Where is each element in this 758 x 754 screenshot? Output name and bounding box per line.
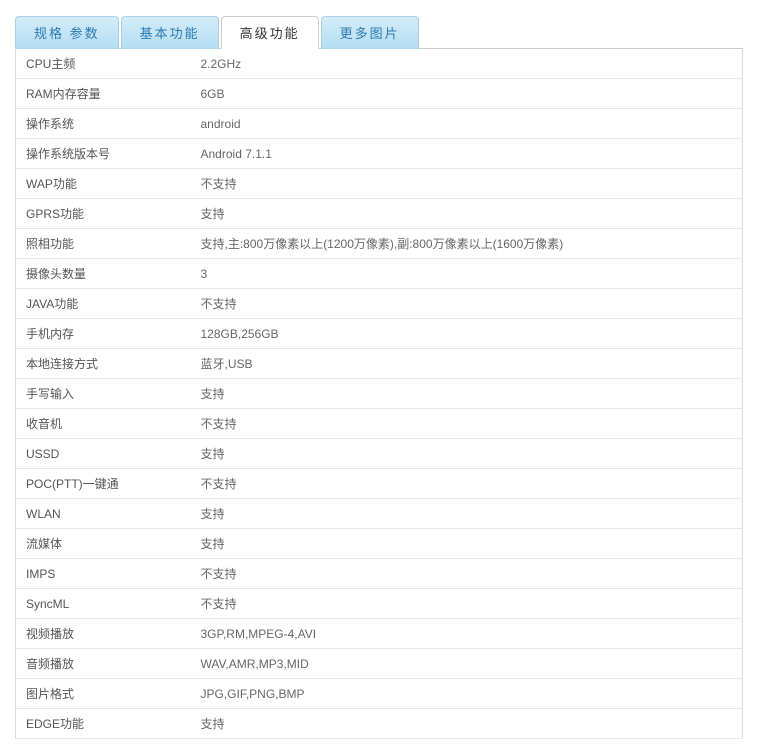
spec-value: 支持 [191, 439, 743, 469]
spec-value: 2.2GHz [191, 49, 743, 79]
table-row: RAM内存容量6GB [16, 79, 743, 109]
spec-value: 支持 [191, 199, 743, 229]
table-row: 操作系统版本号Android 7.1.1 [16, 139, 743, 169]
table-row: CPU主频2.2GHz [16, 49, 743, 79]
spec-value: 支持 [191, 379, 743, 409]
tab-bar: 规格 参数 基本功能 高级功能 更多图片 [15, 15, 743, 49]
table-row: 摄像头数量3 [16, 259, 743, 289]
spec-label: WAP功能 [16, 169, 191, 199]
table-row: 操作系统android [16, 109, 743, 139]
table-row: EDGE功能支持 [16, 709, 743, 739]
spec-label: 摄像头数量 [16, 259, 191, 289]
spec-value: 支持 [191, 499, 743, 529]
spec-label: 图片格式 [16, 679, 191, 709]
tab-more-images[interactable]: 更多图片 [321, 16, 419, 49]
spec-value: 3GP,RM,MPEG-4,AVI [191, 619, 743, 649]
spec-label: 操作系统 [16, 109, 191, 139]
spec-label: RAM内存容量 [16, 79, 191, 109]
spec-label: 收音机 [16, 409, 191, 439]
spec-value: 不支持 [191, 409, 743, 439]
table-row: JAVA功能不支持 [16, 289, 743, 319]
spec-value: android [191, 109, 743, 139]
spec-label: CPU主频 [16, 49, 191, 79]
spec-label: SyncML [16, 589, 191, 619]
table-row: 图片格式JPG,GIF,PNG,BMP [16, 679, 743, 709]
spec-value: 3 [191, 259, 743, 289]
table-row: 收音机不支持 [16, 409, 743, 439]
spec-label: 流媒体 [16, 529, 191, 559]
table-row: 音频播放WAV,AMR,MP3,MID [16, 649, 743, 679]
specifications-table: CPU主频2.2GHzRAM内存容量6GB操作系统android操作系统版本号A… [15, 49, 743, 739]
spec-label: 手写输入 [16, 379, 191, 409]
table-row: WLAN支持 [16, 499, 743, 529]
spec-value: 不支持 [191, 559, 743, 589]
table-row: WAP功能不支持 [16, 169, 743, 199]
table-row: 本地连接方式蓝牙,USB [16, 349, 743, 379]
spec-label: GPRS功能 [16, 199, 191, 229]
table-row: 视频播放3GP,RM,MPEG-4,AVI [16, 619, 743, 649]
spec-value: 支持 [191, 529, 743, 559]
spec-label: 手机内存 [16, 319, 191, 349]
spec-label: JAVA功能 [16, 289, 191, 319]
spec-label: POC(PTT)一键通 [16, 469, 191, 499]
spec-value: 不支持 [191, 589, 743, 619]
spec-value: 不支持 [191, 469, 743, 499]
spec-value: 支持 [191, 709, 743, 739]
spec-value: 支持,主:800万像素以上(1200万像素),副:800万像素以上(1600万像… [191, 229, 743, 259]
spec-label: WLAN [16, 499, 191, 529]
spec-label: 视频播放 [16, 619, 191, 649]
table-row: 照相功能支持,主:800万像素以上(1200万像素),副:800万像素以上(16… [16, 229, 743, 259]
spec-label: 操作系统版本号 [16, 139, 191, 169]
table-row: 手写输入支持 [16, 379, 743, 409]
spec-value: WAV,AMR,MP3,MID [191, 649, 743, 679]
table-row: 手机内存128GB,256GB [16, 319, 743, 349]
spec-value: 不支持 [191, 289, 743, 319]
tab-basic-functions[interactable]: 基本功能 [121, 16, 219, 49]
table-row: 流媒体支持 [16, 529, 743, 559]
spec-value: JPG,GIF,PNG,BMP [191, 679, 743, 709]
spec-value: 蓝牙,USB [191, 349, 743, 379]
spec-label: 照相功能 [16, 229, 191, 259]
spec-value: 不支持 [191, 169, 743, 199]
spec-label: USSD [16, 439, 191, 469]
table-row: GPRS功能支持 [16, 199, 743, 229]
spec-label: EDGE功能 [16, 709, 191, 739]
spec-label: 本地连接方式 [16, 349, 191, 379]
tab-advanced-functions[interactable]: 高级功能 [221, 16, 319, 49]
table-row: IMPS不支持 [16, 559, 743, 589]
spec-value: Android 7.1.1 [191, 139, 743, 169]
spec-label: 音频播放 [16, 649, 191, 679]
spec-value: 6GB [191, 79, 743, 109]
table-row: USSD支持 [16, 439, 743, 469]
spec-value: 128GB,256GB [191, 319, 743, 349]
table-row: POC(PTT)一键通不支持 [16, 469, 743, 499]
spec-label: IMPS [16, 559, 191, 589]
tab-specifications[interactable]: 规格 参数 [15, 16, 119, 49]
table-row: SyncML不支持 [16, 589, 743, 619]
